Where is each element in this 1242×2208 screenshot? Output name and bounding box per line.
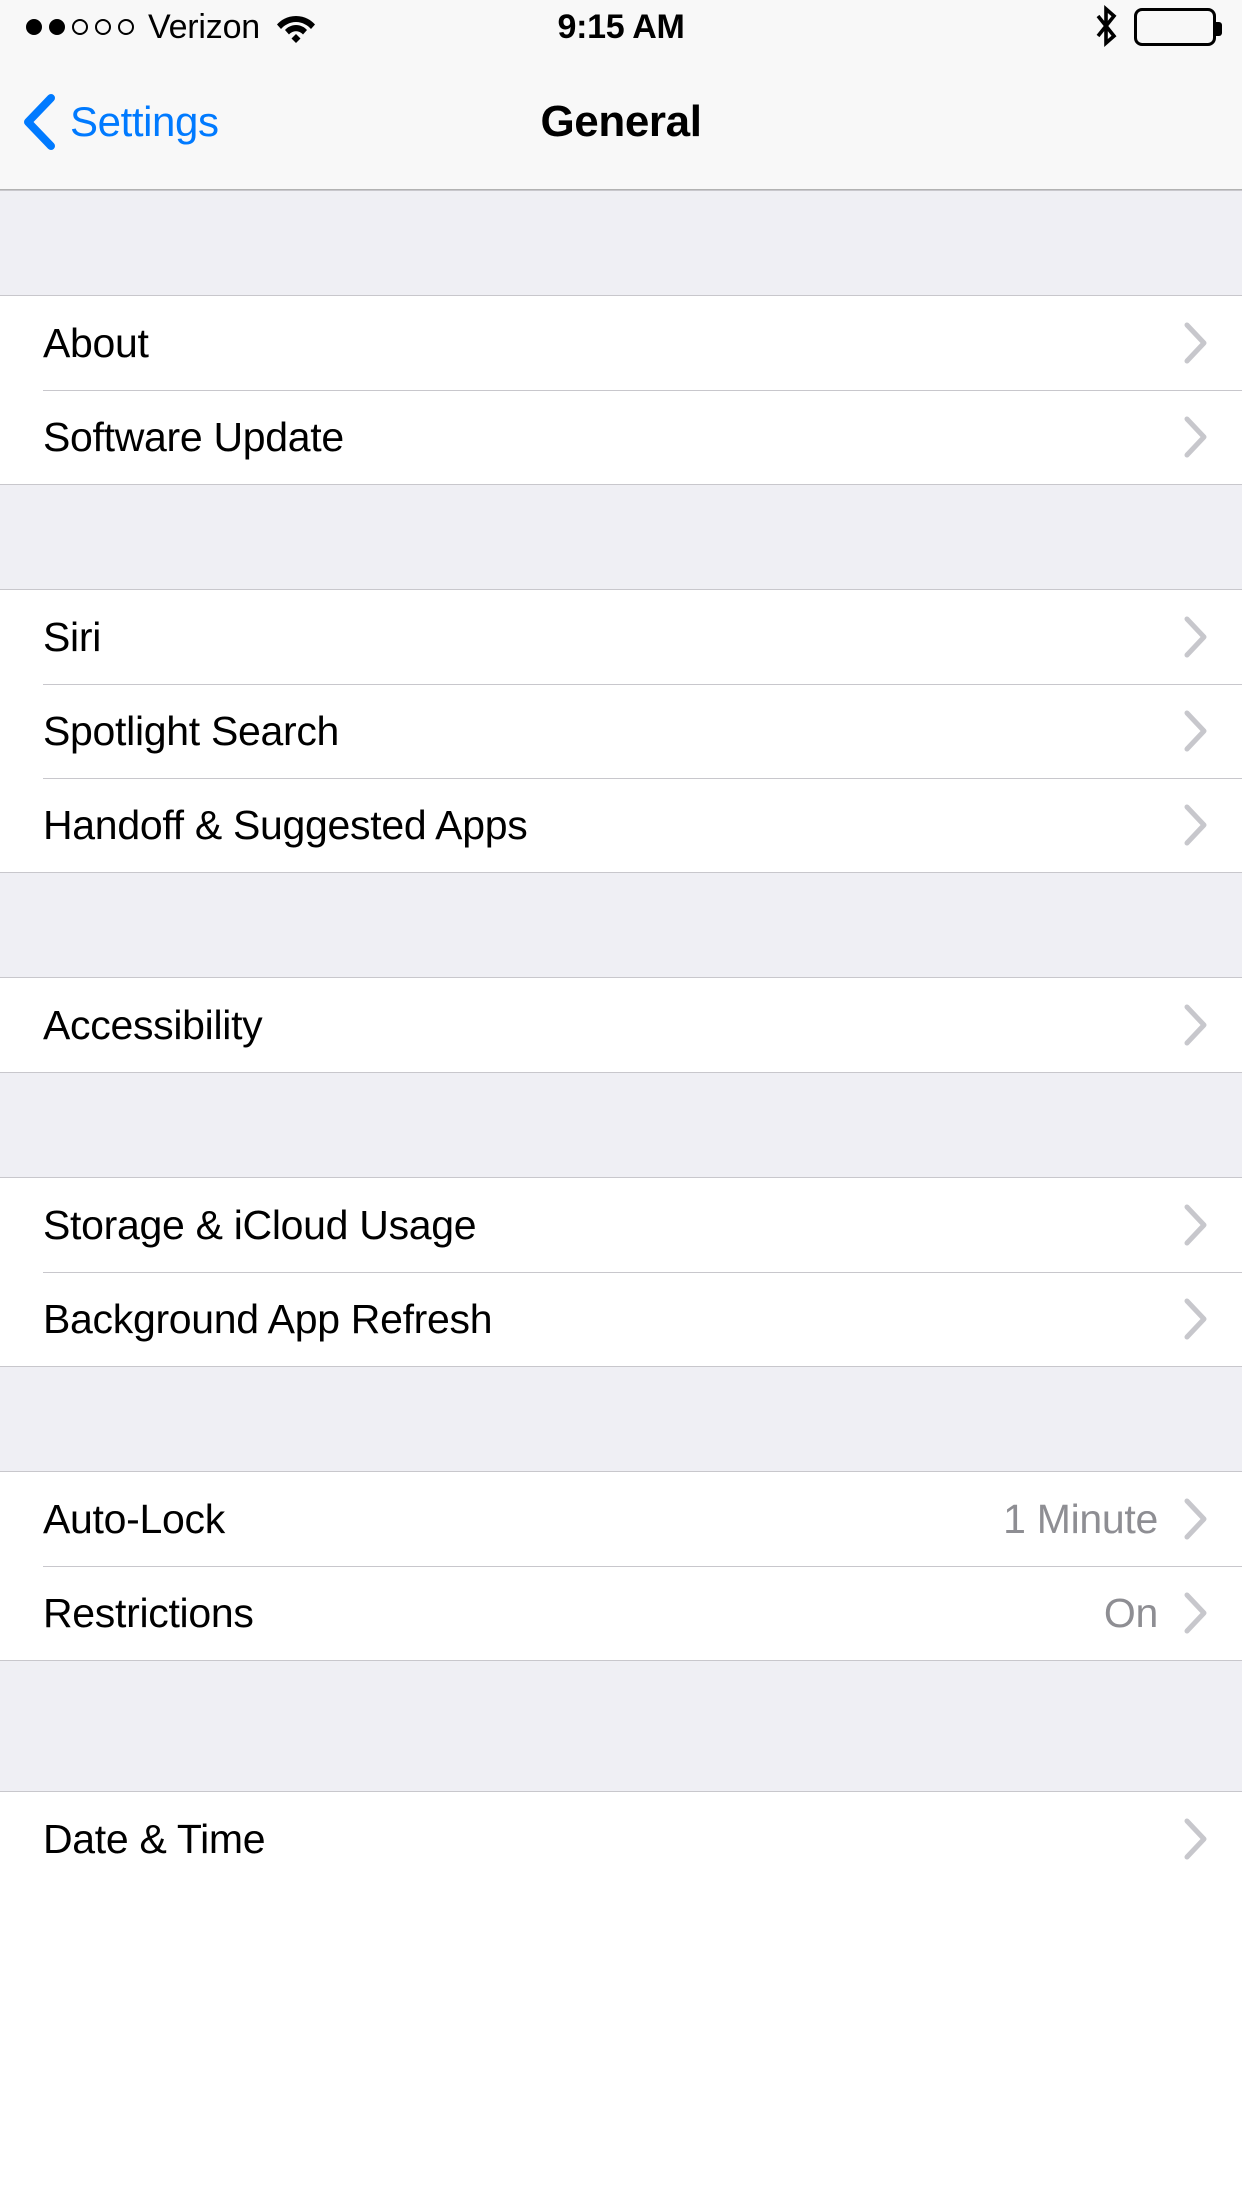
section-accessibility: Accessibility [0,978,1242,1072]
section-gap-security [0,1366,1242,1472]
section-services: Siri Spotlight Search Handoff & Suggested … [0,590,1242,872]
battery-full-icon [1134,8,1222,46]
list-item-accessory [1182,321,1208,365]
list-item-accessory [1182,803,1208,847]
list-item-label: Auto-Lock [43,1495,225,1542]
section-datetime: Date & Time [0,1792,1242,1886]
carrier-label: Verizon [148,7,261,46]
list-item-label: About [43,319,149,366]
section-gap-info [0,190,1242,296]
section-gap-datetime [0,1660,1242,1792]
list-item[interactable]: Accessibility [0,978,1242,1072]
list-item[interactable]: Siri [0,590,1242,684]
chevron-right-icon [1182,803,1208,847]
list-item-accessory [1182,415,1208,459]
chevron-right-icon [1182,1203,1208,1247]
list-item-accessory: On [1104,1590,1208,1637]
navigation-bar: Settings General [0,54,1242,190]
list-item[interactable]: Restrictions On [0,1566,1242,1660]
list-item[interactable]: Auto-Lock 1 Minute [0,1472,1242,1566]
status-bar-right [1092,5,1222,49]
wifi-icon [276,11,316,43]
list-item-label: Storage & iCloud Usage [43,1201,477,1248]
list-item[interactable]: Storage & iCloud Usage [0,1178,1242,1272]
list-item-accessory [1182,709,1208,753]
cellular-signal-dots-icon [26,19,134,35]
list-item[interactable]: About [0,296,1242,390]
list-item-accessory: 1 Minute [1003,1496,1208,1543]
bluetooth-icon [1092,5,1120,49]
list-item-label: Restrictions [43,1589,254,1636]
chevron-right-icon [1182,321,1208,365]
list-item-accessory [1182,1817,1208,1861]
chevron-right-icon [1182,415,1208,459]
list-item-label: Spotlight Search [43,707,340,754]
list-item[interactable]: Date & Time [0,1792,1242,1886]
list-item-value: 1 Minute [1003,1495,1158,1542]
list-item-label: Software Update [43,413,344,460]
list-item-label: Date & Time [43,1815,266,1862]
chevron-right-icon [1182,1003,1208,1047]
chevron-right-icon [1182,1817,1208,1861]
section-gap-storage [0,1072,1242,1178]
list-item[interactable]: Handoff & Suggested Apps [0,778,1242,872]
section-storage: Storage & iCloud Usage Background App Ref… [0,1178,1242,1366]
chevron-right-icon [1182,709,1208,753]
list-item-label: Background App Refresh [43,1295,493,1342]
back-button[interactable]: Settings [22,93,219,150]
list-item[interactable]: Background App Refresh [0,1272,1242,1366]
back-button-label: Settings [70,97,219,145]
chevron-right-icon [1182,1591,1208,1635]
list-item-accessory [1182,1203,1208,1247]
section-gap-services [0,484,1242,590]
chevron-left-icon [22,93,56,150]
list-item-accessory [1182,1003,1208,1047]
list-item-label: Accessibility [43,1001,263,1048]
list-item-value: On [1103,1589,1158,1636]
status-bar: Verizon 9:15 AM [0,0,1242,54]
section-gap-accessibility [0,872,1242,978]
list-item[interactable]: Software Update [0,390,1242,484]
chevron-right-icon [1182,1297,1208,1341]
list-item-accessory [1182,1297,1208,1341]
list-item-label: Handoff & Suggested Apps [43,801,528,848]
chevron-right-icon [1182,615,1208,659]
section-info: About Software Update [0,296,1242,484]
chevron-right-icon [1182,1497,1208,1541]
section-security: Auto-Lock 1 Minute Restrictions On [0,1472,1242,1660]
list-item-label: Siri [43,613,102,660]
settings-table: About Software Update Siri Spotlight Search… [0,190,1242,1886]
status-bar-left: Verizon [26,8,316,47]
list-item[interactable]: Spotlight Search [0,684,1242,778]
list-item-accessory [1182,615,1208,659]
